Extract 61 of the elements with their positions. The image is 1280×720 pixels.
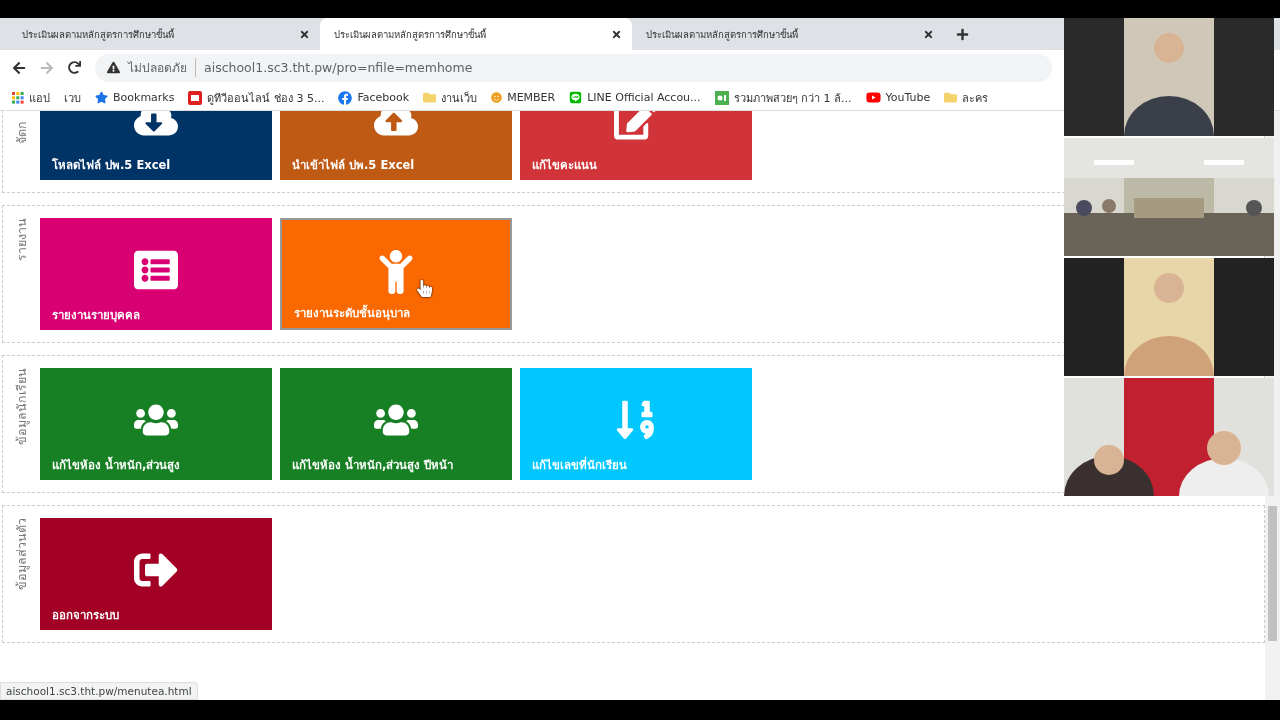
bookmark-item[interactable]: MEMBER [491, 91, 556, 104]
tile-label: แก้ไขคะแนน [532, 157, 597, 174]
tile-label: แก้ไขเลขที่นักเรียน [532, 456, 627, 474]
security-label: ไม่ปลอดภัย [128, 58, 196, 77]
section-label: จัดก [12, 121, 30, 144]
browser-tab[interactable]: ประเมินผลตามหลักสูตรการศึกษาขั้นพื้ [632, 18, 944, 50]
tv-logo-icon [188, 90, 203, 105]
menu-tile[interactable]: ออกจากระบบ [40, 518, 272, 630]
tab-title: ประเมินผลตามหลักสูตรการศึกษาขั้นพื้ [646, 27, 799, 42]
close-icon[interactable] [923, 28, 934, 40]
section-label: ข้อมูลส่วนตัว [12, 518, 30, 590]
smiley-icon [491, 92, 503, 103]
bookmark-item[interactable]: ดูทีวีออนไลน์ ช่อง 3 5... [188, 88, 325, 107]
browser-tab[interactable]: ประเมินผลตามหลักสูตรการศึกษาขั้นพื้ [320, 18, 632, 50]
bookmark-item[interactable]: เวบ [64, 88, 81, 107]
tile-label: ออกจากระบบ [52, 607, 119, 624]
tile-label: รายงานระดับชั้นอนุบาล [294, 304, 410, 322]
back-icon[interactable] [12, 60, 26, 75]
bookmark-item[interactable]: แอป [12, 88, 50, 107]
tile-label: โหลดไฟล์ ปพ.5 Excel [52, 157, 171, 174]
folder-icon [944, 91, 958, 104]
bookmark-item[interactable]: ละคร [944, 88, 989, 107]
bookmark-item[interactable]: YouTube [865, 90, 931, 105]
new-tab-icon[interactable] [956, 28, 969, 41]
menu-tile[interactable]: รายงานรายบุคคล [40, 218, 272, 330]
section-label: ข้อมูลนักเรียน [12, 368, 30, 445]
section-label: รายงาน [12, 218, 30, 261]
status-url: aischool1.sc3.tht.pw/menutea.html [0, 682, 198, 700]
warning-icon [107, 61, 120, 74]
menu-tile[interactable]: แก้ไขห้อง น้ำหนัก,ส่วนสูง ปีหน้า [280, 368, 512, 480]
hand-cursor-icon [416, 280, 433, 297]
browser-tab[interactable]: ประเมินผลตามหลักสูตรการศึกษาขั้นพื้ [8, 18, 320, 50]
menu-tile[interactable]: โหลดไฟล์ ปพ.5 Excel [40, 111, 272, 180]
bookmark-item[interactable]: งานเว็บ [423, 88, 478, 107]
tile-label: นำเข้าไฟล์ ปพ.5 Excel [292, 157, 415, 174]
tab-title: ประเมินผลตามหลักสูตรการศึกษาขั้นพื้ [22, 27, 175, 42]
line-icon [569, 91, 583, 104]
list-icon [134, 248, 178, 292]
photo-logo-icon [714, 90, 729, 105]
apps-grid-icon [12, 91, 24, 104]
youtube-icon [865, 90, 881, 105]
tile-label: แก้ไขห้อง น้ำหนัก,ส่วนสูง ปีหน้า [292, 456, 454, 474]
tab-title: ประเมินผลตามหลักสูตรการศึกษาขั้นพื้ [334, 27, 487, 42]
bookmark-item[interactable]: LINE Official Accou... [569, 91, 701, 104]
url-text: aischool1.sc3.tht.pw/pro=nfile=memhome [204, 60, 473, 75]
bookmark-item[interactable]: Facebook [338, 90, 410, 105]
scrollbar-thumb[interactable] [1268, 506, 1277, 641]
reload-icon[interactable] [68, 61, 81, 74]
menu-tile[interactable]: นำเข้าไฟล์ ปพ.5 Excel [280, 111, 512, 180]
menu-tile[interactable]: แก้ไขห้อง น้ำหนัก,ส่วนสูง [40, 368, 272, 480]
bookmark-item[interactable]: รวมภาพสวยๆ กว่า 1 ล้... [714, 88, 852, 107]
star-icon [95, 91, 108, 104]
close-icon[interactable] [299, 28, 310, 40]
folder-icon [423, 91, 437, 104]
tile-label: รายงานรายบุคคล [52, 307, 140, 324]
close-icon[interactable] [611, 28, 622, 40]
bookmark-item[interactable]: Bookmarks [95, 91, 175, 104]
address-field[interactable]: ไม่ปลอดภัย aischool1.sc3.tht.pw/pro=nfile=memhome [95, 53, 1052, 82]
menu-tile[interactable]: แก้ไขคะแนน [520, 111, 752, 180]
tile-label: แก้ไขห้อง น้ำหนัก,ส่วนสูง [52, 456, 181, 474]
facebook-icon [338, 90, 353, 105]
